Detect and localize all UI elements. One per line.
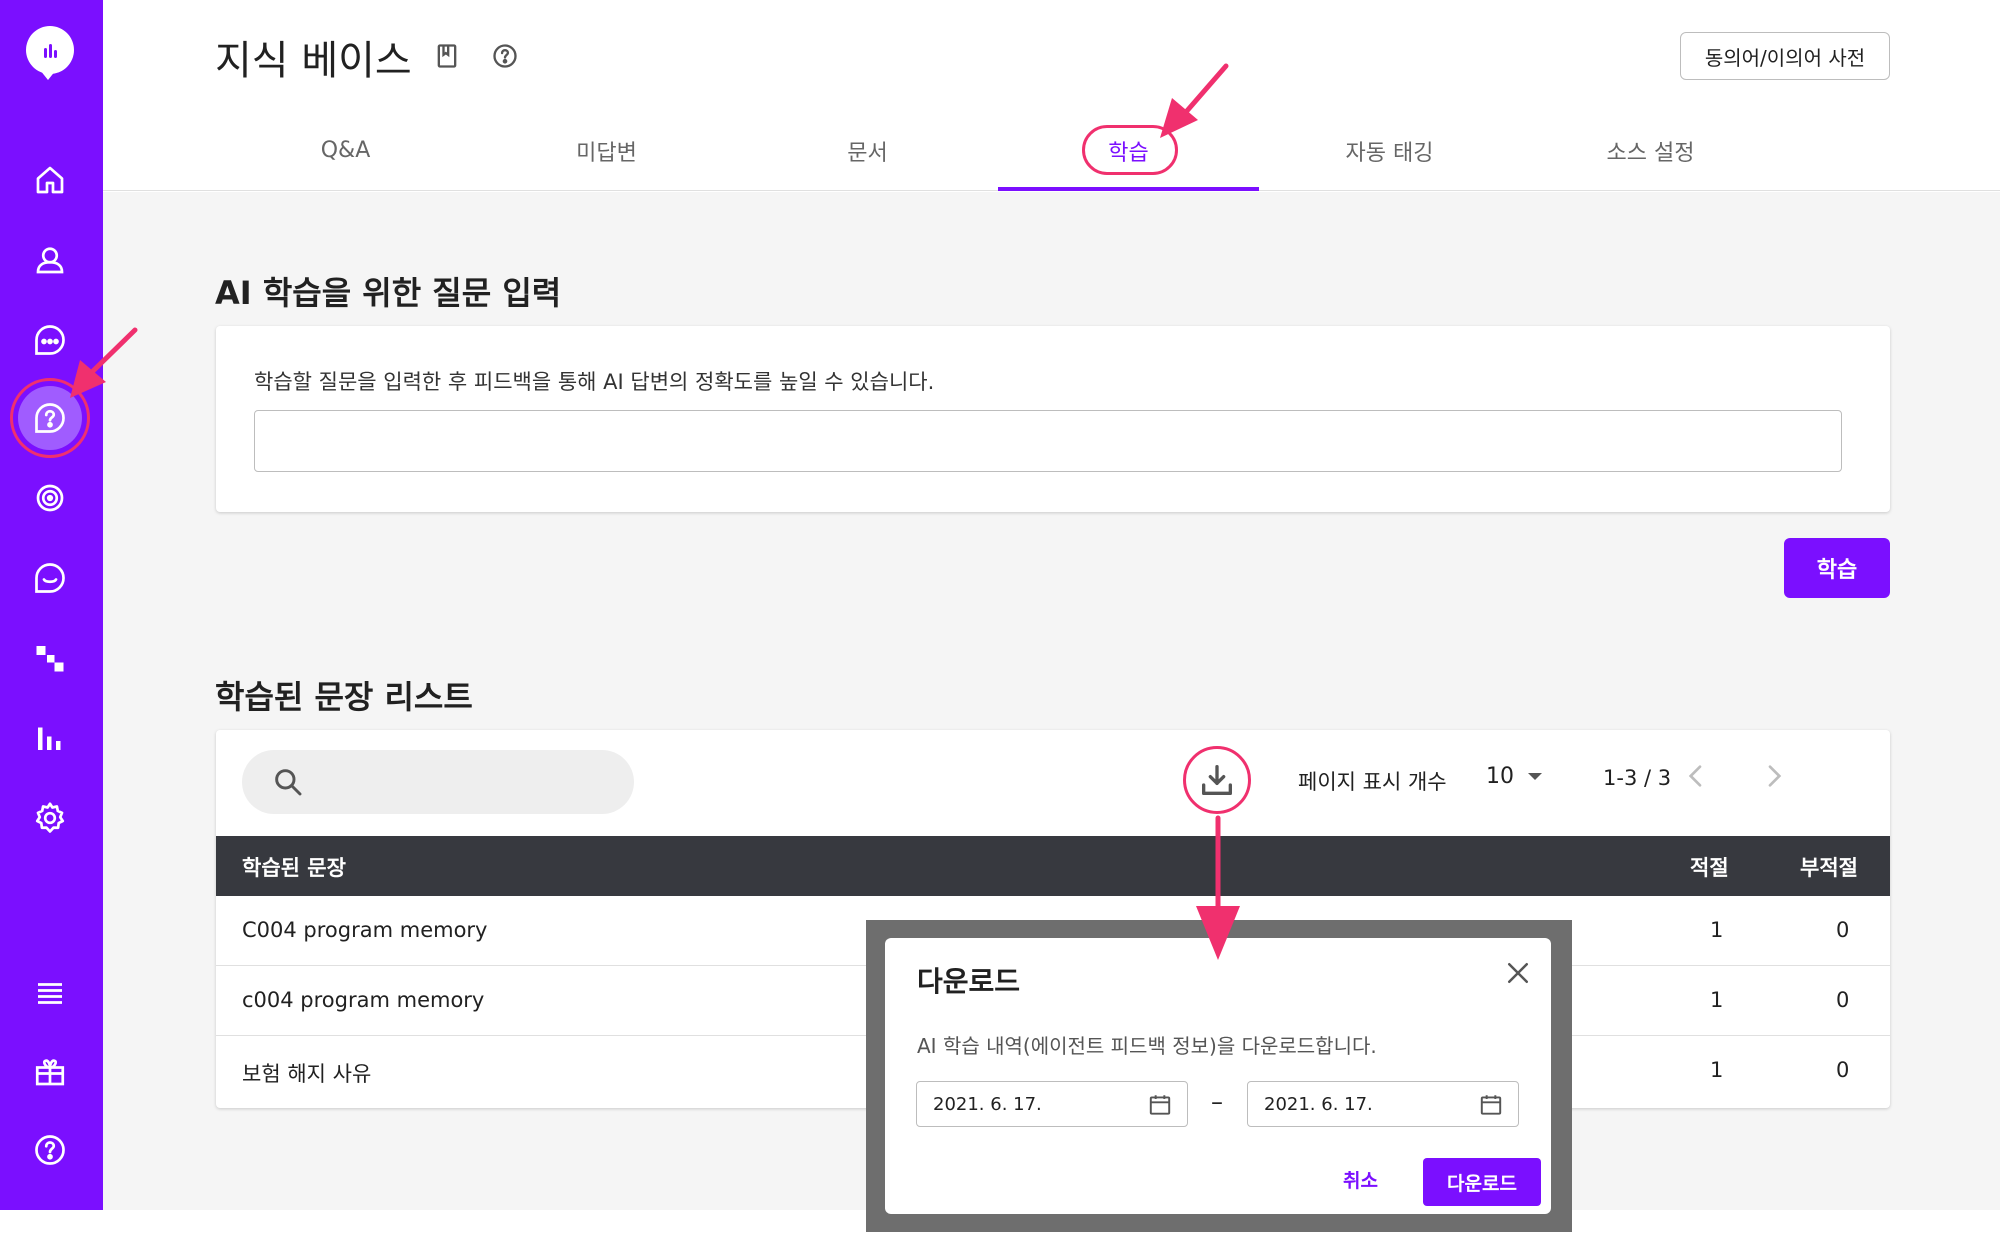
- conversation-icon[interactable]: [26, 554, 74, 602]
- tab-bar: Q&A 미답변 문서 학습 자동 태깅 소스 설정: [215, 110, 1780, 191]
- active-tab-indicator: [998, 187, 1259, 191]
- col-bad: 부적절: [1800, 856, 1858, 880]
- radar-icon[interactable]: [26, 474, 74, 522]
- home-icon[interactable]: [26, 156, 74, 204]
- question-input[interactable]: [254, 410, 1842, 472]
- settings-gear-icon[interactable]: [26, 794, 74, 842]
- question-circle-icon[interactable]: [491, 42, 519, 70]
- dialog-title: 다운로드: [917, 965, 1021, 998]
- tab-documents[interactable]: 문서: [737, 110, 998, 191]
- download-dialog: 다운로드 AI 학습 내역(에이전트 피드백 정보)을 다운로드합니다. 202…: [885, 938, 1551, 1214]
- statistics-icon[interactable]: [26, 714, 74, 762]
- help-icon[interactable]: [26, 1126, 74, 1174]
- list-section-title: 학습된 문장 리스트: [215, 678, 473, 716]
- row-bad-count: 0: [1836, 988, 1850, 1012]
- table-header: 학습된 문장 적절 부적절: [216, 836, 1890, 896]
- page-size-select[interactable]: 10: [1486, 764, 1542, 789]
- date-range-dash: –: [1211, 1088, 1223, 1116]
- page-header: 지식 베이스 동의어/이의어 사전 Q&A 미답변 문서 학습 자동 태깅 소스…: [103, 0, 2000, 191]
- sidebar-annotation-ring: [10, 378, 90, 458]
- next-page-icon[interactable]: [1758, 760, 1790, 792]
- row-good-count: 1: [1710, 918, 1724, 942]
- search-input[interactable]: [242, 750, 634, 814]
- page-size-value: 10: [1486, 764, 1514, 789]
- chat-icon[interactable]: [26, 316, 74, 364]
- tab-auto-tagging[interactable]: 자동 태깅: [1259, 110, 1520, 191]
- row-bad-count: 0: [1836, 1058, 1850, 1082]
- search-icon: [275, 769, 302, 796]
- chevron-down-icon: [1528, 773, 1542, 780]
- gift-icon[interactable]: [26, 1048, 74, 1096]
- tab-qna[interactable]: Q&A: [215, 110, 476, 191]
- tab-source-settings[interactable]: 소스 설정: [1520, 110, 1781, 191]
- col-good: 적절: [1690, 856, 1729, 880]
- tab-annotation-ring: [1082, 125, 1178, 175]
- train-section-title: AI 학습을 위한 질문 입력: [215, 274, 562, 312]
- page-size-label: 페이지 표시 개수: [1298, 770, 1447, 794]
- app-window: 지식 베이스 동의어/이의어 사전 Q&A 미답변 문서 학습 자동 태깅 소스…: [0, 0, 2000, 1234]
- row-good-count: 1: [1710, 988, 1724, 1012]
- download-confirm-button[interactable]: 다운로드: [1423, 1158, 1541, 1206]
- row-sentence: 보험 해지 사유: [242, 1062, 372, 1086]
- train-help-text: 학습할 질문을 입력한 후 피드백을 통해 AI 답변의 정확도를 높일 수 있…: [254, 370, 935, 394]
- menu-icon[interactable]: [26, 968, 74, 1016]
- book-icon[interactable]: [433, 42, 461, 70]
- row-good-count: 1: [1710, 1058, 1724, 1082]
- synonym-dictionary-button[interactable]: 동의어/이의어 사전: [1680, 32, 1890, 80]
- tab-unanswered[interactable]: 미답변: [476, 110, 737, 191]
- flow-icon[interactable]: [26, 634, 74, 682]
- row-sentence: c004 program memory: [242, 988, 485, 1012]
- calendar-icon[interactable]: [1478, 1092, 1504, 1118]
- start-date-value: 2021. 6. 17.: [933, 1094, 1042, 1115]
- train-button[interactable]: 학습: [1784, 538, 1890, 598]
- calendar-icon[interactable]: [1147, 1092, 1173, 1118]
- app-logo-icon[interactable]: [26, 26, 74, 80]
- close-icon[interactable]: [1503, 958, 1533, 988]
- row-bad-count: 0: [1836, 918, 1850, 942]
- end-date-field[interactable]: 2021. 6. 17.: [1247, 1081, 1519, 1127]
- prev-page-icon[interactable]: [1680, 760, 1712, 792]
- train-input-card: 학습할 질문을 입력한 후 피드백을 통해 AI 답변의 정확도를 높일 수 있…: [216, 326, 1890, 512]
- dialog-description: AI 학습 내역(에이전트 피드백 정보)을 다운로드합니다.: [917, 1034, 1377, 1058]
- sidebar: [0, 0, 103, 1210]
- start-date-field[interactable]: 2021. 6. 17.: [916, 1081, 1188, 1127]
- page-title: 지식 베이스: [215, 38, 412, 84]
- download-icon[interactable]: [1197, 760, 1237, 800]
- col-sentence: 학습된 문장: [242, 856, 346, 880]
- end-date-value: 2021. 6. 17.: [1264, 1094, 1373, 1115]
- cancel-button[interactable]: 취소: [1343, 1166, 1378, 1193]
- pagination-range: 1-3 / 3: [1603, 766, 1672, 790]
- user-icon[interactable]: [26, 236, 74, 284]
- row-sentence: C004 program memory: [242, 918, 488, 942]
